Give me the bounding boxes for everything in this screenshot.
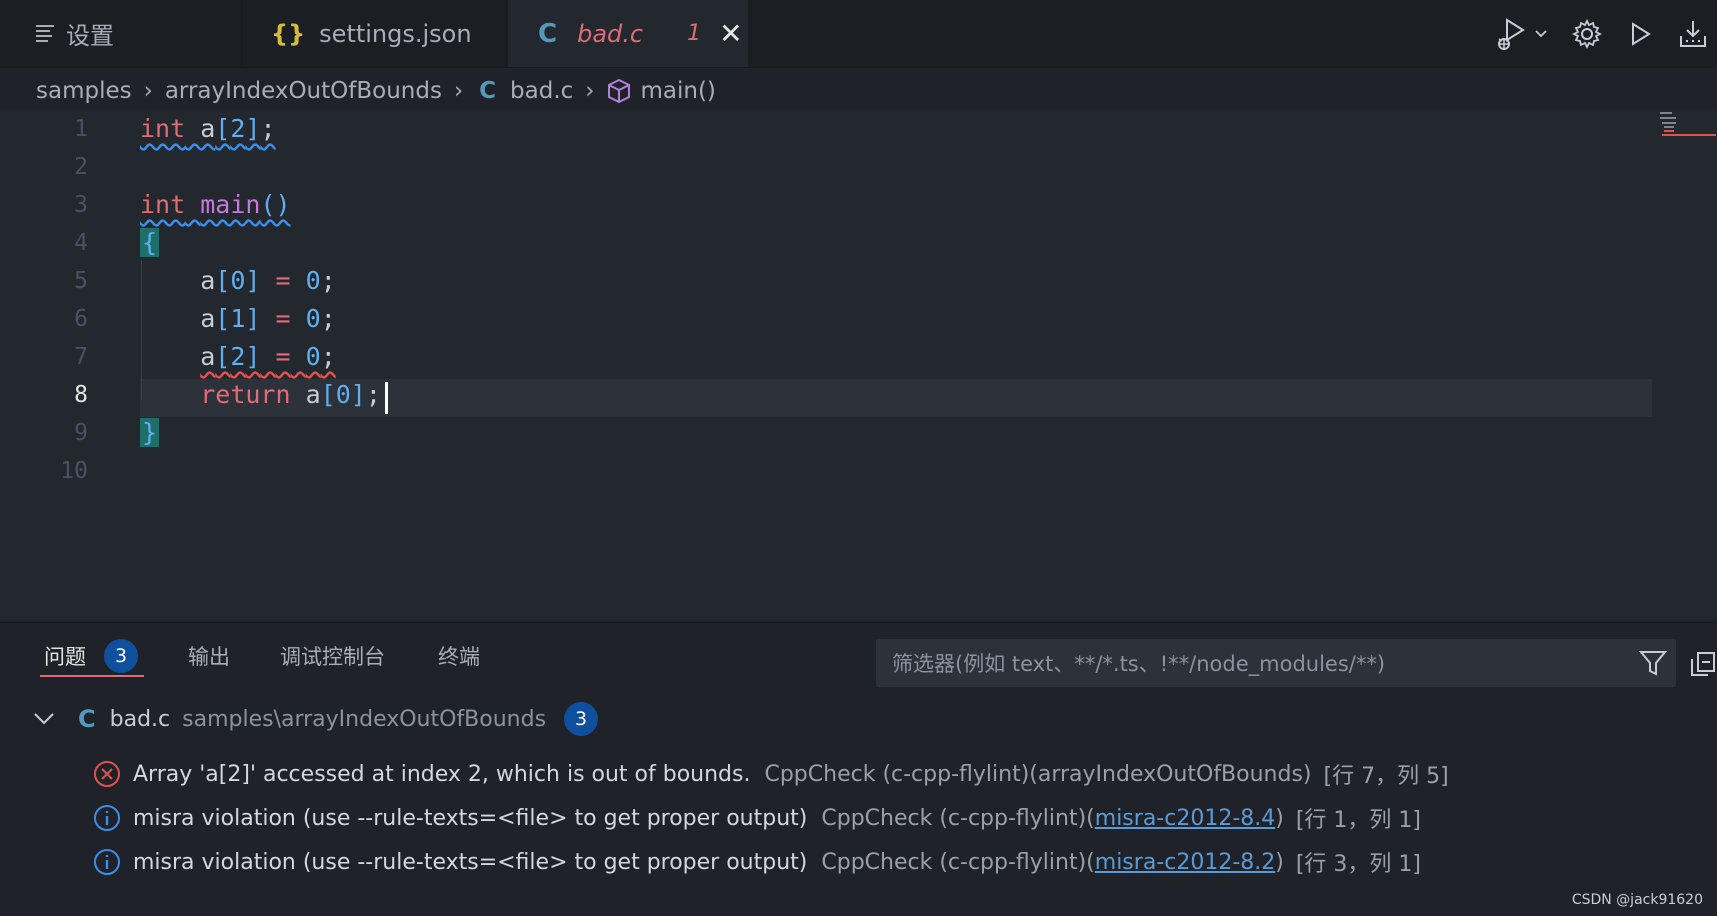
- breadcrumb-file[interactable]: bad.c: [510, 78, 573, 104]
- code-line-4[interactable]: {: [140, 224, 160, 262]
- line-number: 2: [74, 154, 88, 180]
- chevron-right-icon: ›: [585, 78, 595, 104]
- breadcrumb-symbol[interactable]: main(): [640, 78, 715, 104]
- problem-message: misra violation (use --rule-texts=<file>…: [133, 805, 808, 831]
- tab-terminal[interactable]: 终端: [438, 623, 480, 689]
- watermark: CSDN @jack91620: [1571, 892, 1703, 908]
- line-number: 7: [74, 344, 88, 370]
- problem-row[interactable]: misra violation (use --rule-texts=<file>…: [93, 798, 1421, 838]
- chevron-down-icon[interactable]: [1533, 26, 1549, 42]
- breadcrumb: samples › arrayIndexOutOfBounds › C bad.…: [36, 72, 716, 110]
- c-file-icon: C: [538, 18, 558, 49]
- problem-row[interactable]: Array 'a[2]' accessed at index 2, which …: [93, 754, 1449, 794]
- problem-source-end: ): [1275, 849, 1284, 875]
- symbol-method-icon: [608, 78, 631, 104]
- problem-source: CppCheck (c-cpp-flylint)(misra-c2012-8.4…: [821, 806, 1283, 831]
- tab-label: bad.c: [577, 19, 644, 48]
- code-line-5[interactable]: a[0] = 0;: [140, 262, 336, 300]
- c-file-icon: C: [479, 78, 497, 104]
- download-icon: [1680, 20, 1706, 47]
- json-file-icon: {}: [271, 19, 306, 48]
- code-line-3[interactable]: int main(): [140, 186, 291, 224]
- code-line-1[interactable]: int a[2];: [140, 110, 276, 148]
- problem-source: CppCheck (c-cpp-flylint)(arrayIndexOutOf…: [764, 761, 1312, 787]
- code-line-8[interactable]: return a[0];: [140, 376, 381, 414]
- problem-message: misra violation (use --rule-texts=<file>…: [133, 849, 808, 875]
- problem-file-name: bad.c: [109, 706, 171, 732]
- problem-source-end: ): [1275, 805, 1284, 831]
- problem-position: [行 7，列 5]: [1323, 764, 1449, 789]
- problem-source-text: CppCheck (c-cpp-flylint)(: [821, 849, 1095, 875]
- line-number-current: 8: [74, 382, 88, 408]
- tab-output[interactable]: 输出: [188, 623, 230, 689]
- code-line-9[interactable]: }: [140, 414, 160, 452]
- c-file-icon: C: [78, 705, 96, 733]
- tab-label: 问题: [44, 645, 86, 669]
- breadcrumb-folder-samples[interactable]: samples: [36, 78, 132, 104]
- tab-problems[interactable]: 问题 3: [40, 623, 144, 689]
- problems-count-badge: 3: [104, 639, 138, 673]
- line-number: 1: [74, 116, 88, 142]
- chevron-right-icon: ›: [143, 78, 153, 104]
- download-button[interactable]: [1677, 18, 1709, 50]
- info-icon: [94, 805, 120, 831]
- tab-bad-c[interactable]: C bad.c 1 ✕: [508, 0, 748, 67]
- rule-link[interactable]: misra-c2012-8.2: [1095, 850, 1275, 875]
- settings-button[interactable]: [1571, 18, 1603, 50]
- problem-source: CppCheck (c-cpp-flylint)(misra-c2012-8.2…: [821, 850, 1283, 875]
- tab-problem-count: 1: [687, 21, 702, 46]
- line-number: 9: [74, 420, 88, 446]
- error-icon: [94, 761, 120, 787]
- tab-settings-ui[interactable]: 设置: [0, 0, 242, 67]
- tab-debug-console[interactable]: 调试控制台: [280, 623, 385, 689]
- problem-source-text: CppCheck (c-cpp-flylint)(: [821, 805, 1095, 831]
- gear-icon: [1571, 18, 1603, 49]
- collapse-all-icon[interactable]: [1690, 649, 1716, 679]
- settings-list-icon: [36, 22, 54, 45]
- debug-run-icon: [1498, 17, 1525, 50]
- tab-settings-json[interactable]: {} settings.json: [243, 0, 507, 67]
- code-editor[interactable]: 1 2 3 4 5 6 7 8 9 10 int a[2]; int main(…: [0, 110, 1717, 620]
- minimap[interactable]: [1658, 110, 1716, 150]
- text-cursor: [385, 382, 388, 414]
- problem-message: Array 'a[2]' accessed at index 2, which …: [133, 761, 751, 787]
- file-problem-count-badge: 3: [564, 702, 599, 736]
- filter-input[interactable]: [890, 639, 1614, 689]
- editor-actions: [1493, 0, 1709, 67]
- code-line-7[interactable]: a[2] = 0;: [140, 338, 336, 376]
- bottom-panel: 问题 3 输出 调试控制台 终端 C bad.c samples\arrayIn…: [0, 622, 1717, 916]
- chevron-right-icon: ›: [453, 78, 464, 104]
- chevron-down-icon[interactable]: [30, 709, 58, 729]
- problem-position: [行 3，列 1]: [1295, 852, 1421, 877]
- line-number: 3: [74, 192, 88, 218]
- tab-label: settings.json: [319, 19, 472, 48]
- problem-row[interactable]: misra violation (use --rule-texts=<file>…: [93, 842, 1421, 882]
- problem-file-path: samples\arrayIndexOutOfBounds: [182, 706, 547, 732]
- problems-filter: [876, 639, 1676, 689]
- run-button[interactable]: [1625, 19, 1655, 49]
- tab-label: 设置: [66, 22, 114, 50]
- line-number: 4: [74, 230, 88, 256]
- run-debug-button[interactable]: [1493, 14, 1549, 54]
- line-number: 6: [74, 306, 88, 332]
- line-number: 10: [60, 458, 88, 484]
- close-tab-button[interactable]: ✕: [719, 17, 742, 50]
- problem-position: [行 1，列 1]: [1295, 808, 1421, 833]
- play-icon: [1632, 21, 1651, 46]
- code-line-6[interactable]: a[1] = 0;: [140, 300, 336, 338]
- rule-link[interactable]: misra-c2012-8.4: [1095, 806, 1275, 831]
- info-icon: [94, 849, 120, 875]
- breadcrumb-folder-arrayindex[interactable]: arrayIndexOutOfBounds: [165, 78, 442, 104]
- problem-file-row[interactable]: C bad.c samples\arrayIndexOutOfBounds 3: [30, 697, 599, 741]
- line-number: 5: [74, 268, 88, 294]
- editor-tab-bar: 设置 {} settings.json C bad.c 1 ✕: [0, 0, 1717, 68]
- filter-icon[interactable]: [1638, 648, 1668, 678]
